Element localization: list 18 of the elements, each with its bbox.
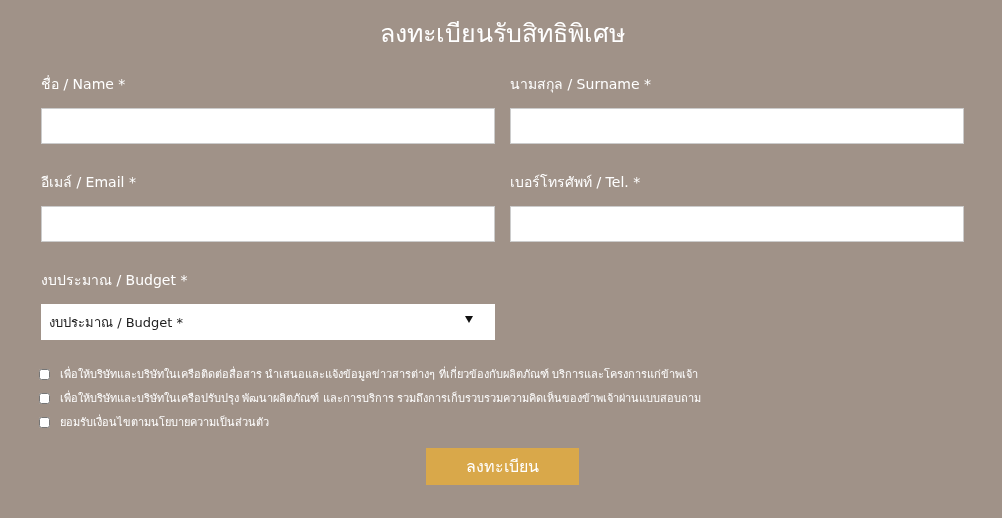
- caret-icon: [465, 315, 473, 323]
- consent-checkbox[interactable]: [39, 417, 50, 428]
- text-input[interactable]: [510, 108, 964, 144]
- consent-text: เพื่อให้บริษัทและบริษัทในเครือปรับปรุง พัฒนาผลิตภัณฑ์ และการบริการ รวมถึงการเก็บรวบรวมความคิดเห็นของข้าพเจ้าผ่านแบบสอบถาม: [60, 390, 702, 407]
- form-title: ลงทะเบียนรับสิทธิพิเศษ: [379, 18, 626, 50]
- consent-text: เพื่อให้บริษัทและบริษัทในเครือติดต่อสื่อสาร นำเสนอและแจ้งข้อมูลข่าวสารต่างๆ ที่เกี่ยวข้องกับผลิตภัณฑ์ บริการและโครงการแก่ข้าพเจ้า: [60, 366, 699, 383]
- consent-checkbox[interactable]: [39, 369, 50, 380]
- text-input[interactable]: [41, 108, 495, 144]
- field-label: นามสกุล / Surname *: [510, 75, 653, 94]
- consent-text: ยอมรับเงื่อนไขตามนโยบายความเป็นส่วนตัว: [60, 414, 269, 431]
- field-label: ชื่อ / Name *: [41, 74, 127, 94]
- text-input[interactable]: [41, 206, 495, 242]
- budget-dropdown[interactable]: งบประมาณ / Budget *: [41, 304, 495, 340]
- field-label: อีเมล์ / Email *: [41, 173, 137, 192]
- field-label: เบอร์โทรศัพท์ / Tel. *: [510, 173, 642, 192]
- text-input[interactable]: [510, 206, 964, 242]
- field-label: งบประมาณ / Budget *: [41, 271, 189, 290]
- consent-checkbox[interactable]: [39, 393, 50, 404]
